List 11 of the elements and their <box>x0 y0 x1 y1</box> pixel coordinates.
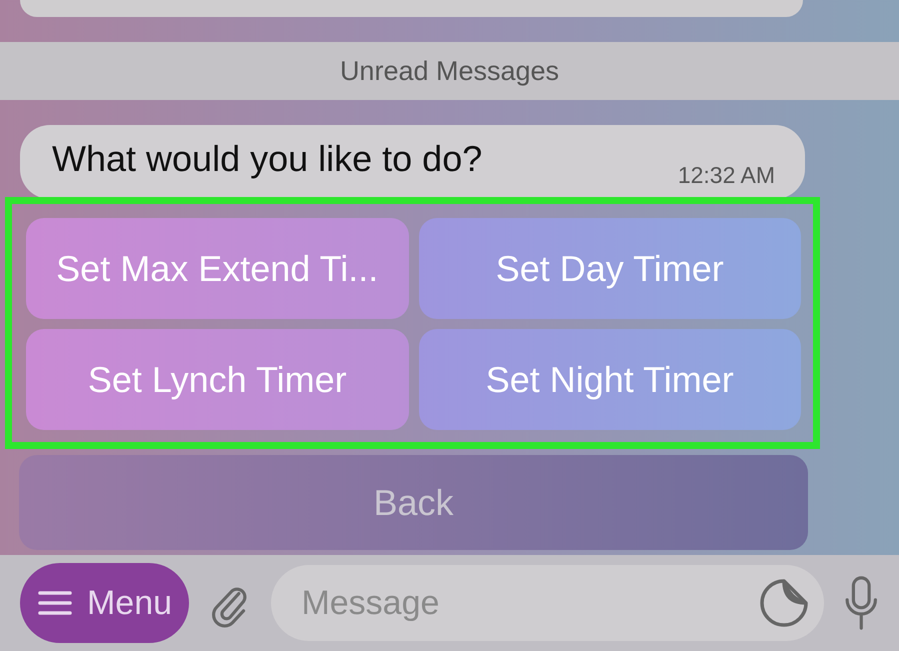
sticker-icon[interactable] <box>758 577 810 629</box>
message-field[interactable]: Message <box>271 565 824 641</box>
menu-icon <box>36 590 73 616</box>
back-button[interactable]: Back <box>19 455 808 550</box>
keyboard-button[interactable]: Set Night Timer <box>418 329 801 430</box>
message-text: What would you like to do? <box>52 138 482 180</box>
menu-button[interactable]: Menu <box>20 563 190 643</box>
message-time: 12:32 AM <box>678 162 775 189</box>
keyboard-button[interactable]: Set Day Timer <box>418 218 801 319</box>
keyboard-button[interactable]: Set Lynch Timer <box>26 329 408 430</box>
keyboard-button[interactable]: Set Max Extend Ti... <box>26 218 408 319</box>
